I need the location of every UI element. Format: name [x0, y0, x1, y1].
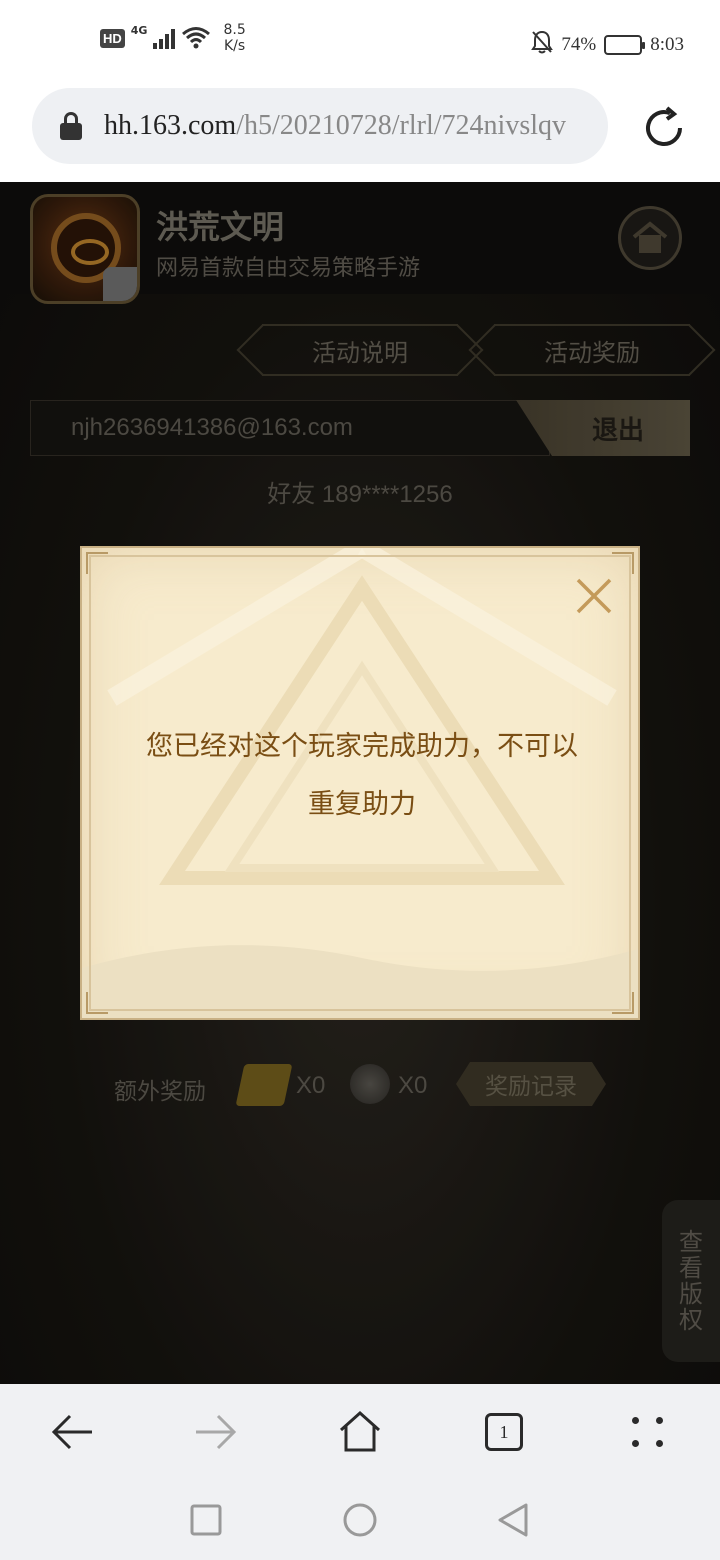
recents-icon[interactable] — [186, 1500, 226, 1540]
network-speed: 8.5 K/s — [223, 22, 245, 54]
url-host: hh.163.com — [104, 110, 237, 141]
dialog-message-line-1: 您已经对这个玩家完成助力，不可以 — [146, 731, 578, 762]
home-circle-icon[interactable] — [340, 1500, 380, 1540]
url-text[interactable]: hh.163.com/h5/20210728/rlrl/724nivslqv — [104, 110, 566, 142]
lock-icon — [60, 112, 82, 140]
dialog-message: 您已经对这个玩家完成助力，不可以 重复助力 — [122, 718, 602, 834]
status-left: HD 4G 8.5 K/s — [100, 22, 246, 54]
speed-unit: K/s — [224, 38, 246, 54]
back-triangle-icon[interactable] — [494, 1500, 534, 1540]
back-button[interactable] — [44, 1404, 100, 1460]
more-dots-icon — [632, 1417, 664, 1447]
tabs-button[interactable]: 1 — [476, 1404, 532, 1460]
home-nav-button[interactable] — [332, 1404, 388, 1460]
back-arrow-icon — [51, 1414, 92, 1450]
clock: 8:03 — [650, 34, 684, 55]
tab-count: 1 — [485, 1413, 523, 1451]
url-path: /h5/20210728/rlrl/724nivslqv — [236, 110, 566, 141]
signal-icon — [153, 27, 176, 49]
browser-toolbar: hh.163.com/h5/20210728/rlrl/724nivslqv — [0, 84, 720, 182]
mute-bell-icon — [531, 30, 554, 60]
address-bar[interactable]: hh.163.com/h5/20210728/rlrl/724nivslqv — [32, 88, 608, 164]
forward-button[interactable] — [188, 1404, 244, 1460]
dialog-message-line-2: 重复助力 — [308, 789, 416, 820]
forward-arrow-icon — [196, 1414, 237, 1450]
reload-icon[interactable] — [640, 104, 688, 152]
close-icon[interactable] — [572, 574, 616, 618]
browser-bottom-nav: 1 — [0, 1384, 720, 1480]
network-type: 4G — [130, 23, 148, 37]
menu-button[interactable] — [620, 1404, 676, 1460]
home-outline-icon — [339, 1410, 381, 1452]
system-nav-bar — [0, 1480, 720, 1560]
wifi-icon — [181, 26, 211, 50]
hd-badge: HD — [100, 28, 125, 48]
battery-icon — [604, 35, 646, 55]
status-bar: HD 4G 8.5 K/s 74% 8:03 — [0, 0, 720, 84]
alert-dialog: 您已经对这个玩家完成助力，不可以 重复助力 — [80, 546, 640, 1020]
speed-value: 8.5 — [223, 22, 246, 38]
battery-percent: 74% — [561, 34, 597, 55]
status-right: 74% 8:03 — [531, 30, 684, 60]
